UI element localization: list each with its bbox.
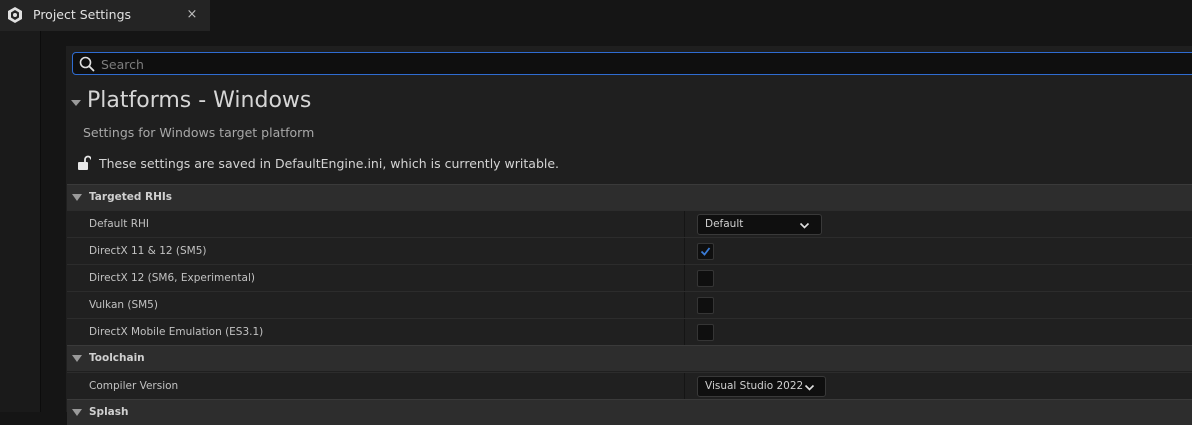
page-subtitle: Settings for Windows target platform xyxy=(83,125,315,140)
column-divider[interactable] xyxy=(684,238,685,265)
property-label: DirectX 11 & 12 (SM5) xyxy=(89,245,207,257)
directx-mobile-emulation-checkbox[interactable] xyxy=(697,324,714,341)
checkmark-icon xyxy=(700,247,711,256)
property-row-vulkan: Vulkan (SM5) xyxy=(67,291,1192,319)
search-box[interactable] xyxy=(72,52,1192,75)
property-label: Compiler Version xyxy=(89,380,179,392)
chevron-down-icon xyxy=(799,222,810,229)
compiler-version-dropdown[interactable]: Visual Studio 2022 xyxy=(697,376,826,397)
unlocked-icon xyxy=(78,155,91,170)
column-divider[interactable] xyxy=(684,319,685,346)
gutter-divider xyxy=(40,31,41,412)
config-save-note: These settings are saved in DefaultEngin… xyxy=(99,156,560,171)
search-icon xyxy=(79,56,95,72)
column-divider[interactable] xyxy=(684,265,685,292)
tab-bar: Project Settings × xyxy=(0,0,1192,31)
left-gutter xyxy=(0,31,40,412)
collapse-arrow-icon[interactable] xyxy=(72,194,82,202)
column-divider[interactable] xyxy=(684,211,685,238)
collapse-arrow-icon[interactable] xyxy=(71,98,81,108)
property-label: Vulkan (SM5) xyxy=(89,299,158,311)
property-row-directx-mobile-emulation: DirectX Mobile Emulation (ES3.1) xyxy=(67,318,1192,346)
search-input[interactable] xyxy=(101,54,1181,74)
category-targeted-rhis[interactable]: Targeted RHIs xyxy=(67,184,1192,210)
property-row-default-rhi: Default RHI Default xyxy=(67,210,1192,238)
property-row-directx-12-sm6: DirectX 12 (SM6, Experimental) xyxy=(67,264,1192,292)
page-title: Platforms - Windows xyxy=(87,88,312,113)
directx-12-sm6-checkbox[interactable] xyxy=(697,270,714,287)
dropdown-value: Default xyxy=(705,218,744,230)
column-divider[interactable] xyxy=(684,292,685,319)
unreal-settings-icon xyxy=(8,7,22,23)
category-label: Splash xyxy=(89,406,129,418)
directx-11-12-checkbox[interactable] xyxy=(697,243,714,260)
property-label: Default RHI xyxy=(89,218,149,230)
vulkan-checkbox[interactable] xyxy=(697,297,714,314)
property-row-compiler-version: Compiler Version Visual Studio 2022 xyxy=(67,372,1192,400)
category-toolchain[interactable]: Toolchain xyxy=(67,345,1192,371)
tab-project-settings[interactable]: Project Settings × xyxy=(0,0,210,31)
column-divider[interactable] xyxy=(684,373,685,400)
collapse-arrow-icon[interactable] xyxy=(72,355,82,363)
close-icon[interactable]: × xyxy=(186,6,198,24)
chevron-down-icon xyxy=(804,384,815,391)
collapse-arrow-icon[interactable] xyxy=(72,409,82,417)
property-label: DirectX Mobile Emulation (ES3.1) xyxy=(89,326,264,338)
property-row-directx-11-12: DirectX 11 & 12 (SM5) xyxy=(67,237,1192,265)
property-table: Targeted RHIs Default RHI Default Direct… xyxy=(67,184,1192,425)
category-splash[interactable]: Splash xyxy=(67,399,1192,425)
tab-label: Project Settings xyxy=(33,7,132,22)
default-rhi-dropdown[interactable]: Default xyxy=(697,214,822,235)
category-label: Targeted RHIs xyxy=(89,191,173,203)
dropdown-value: Visual Studio 2022 xyxy=(705,380,804,392)
property-label: DirectX 12 (SM6, Experimental) xyxy=(89,272,255,284)
category-label: Toolchain xyxy=(89,352,145,364)
